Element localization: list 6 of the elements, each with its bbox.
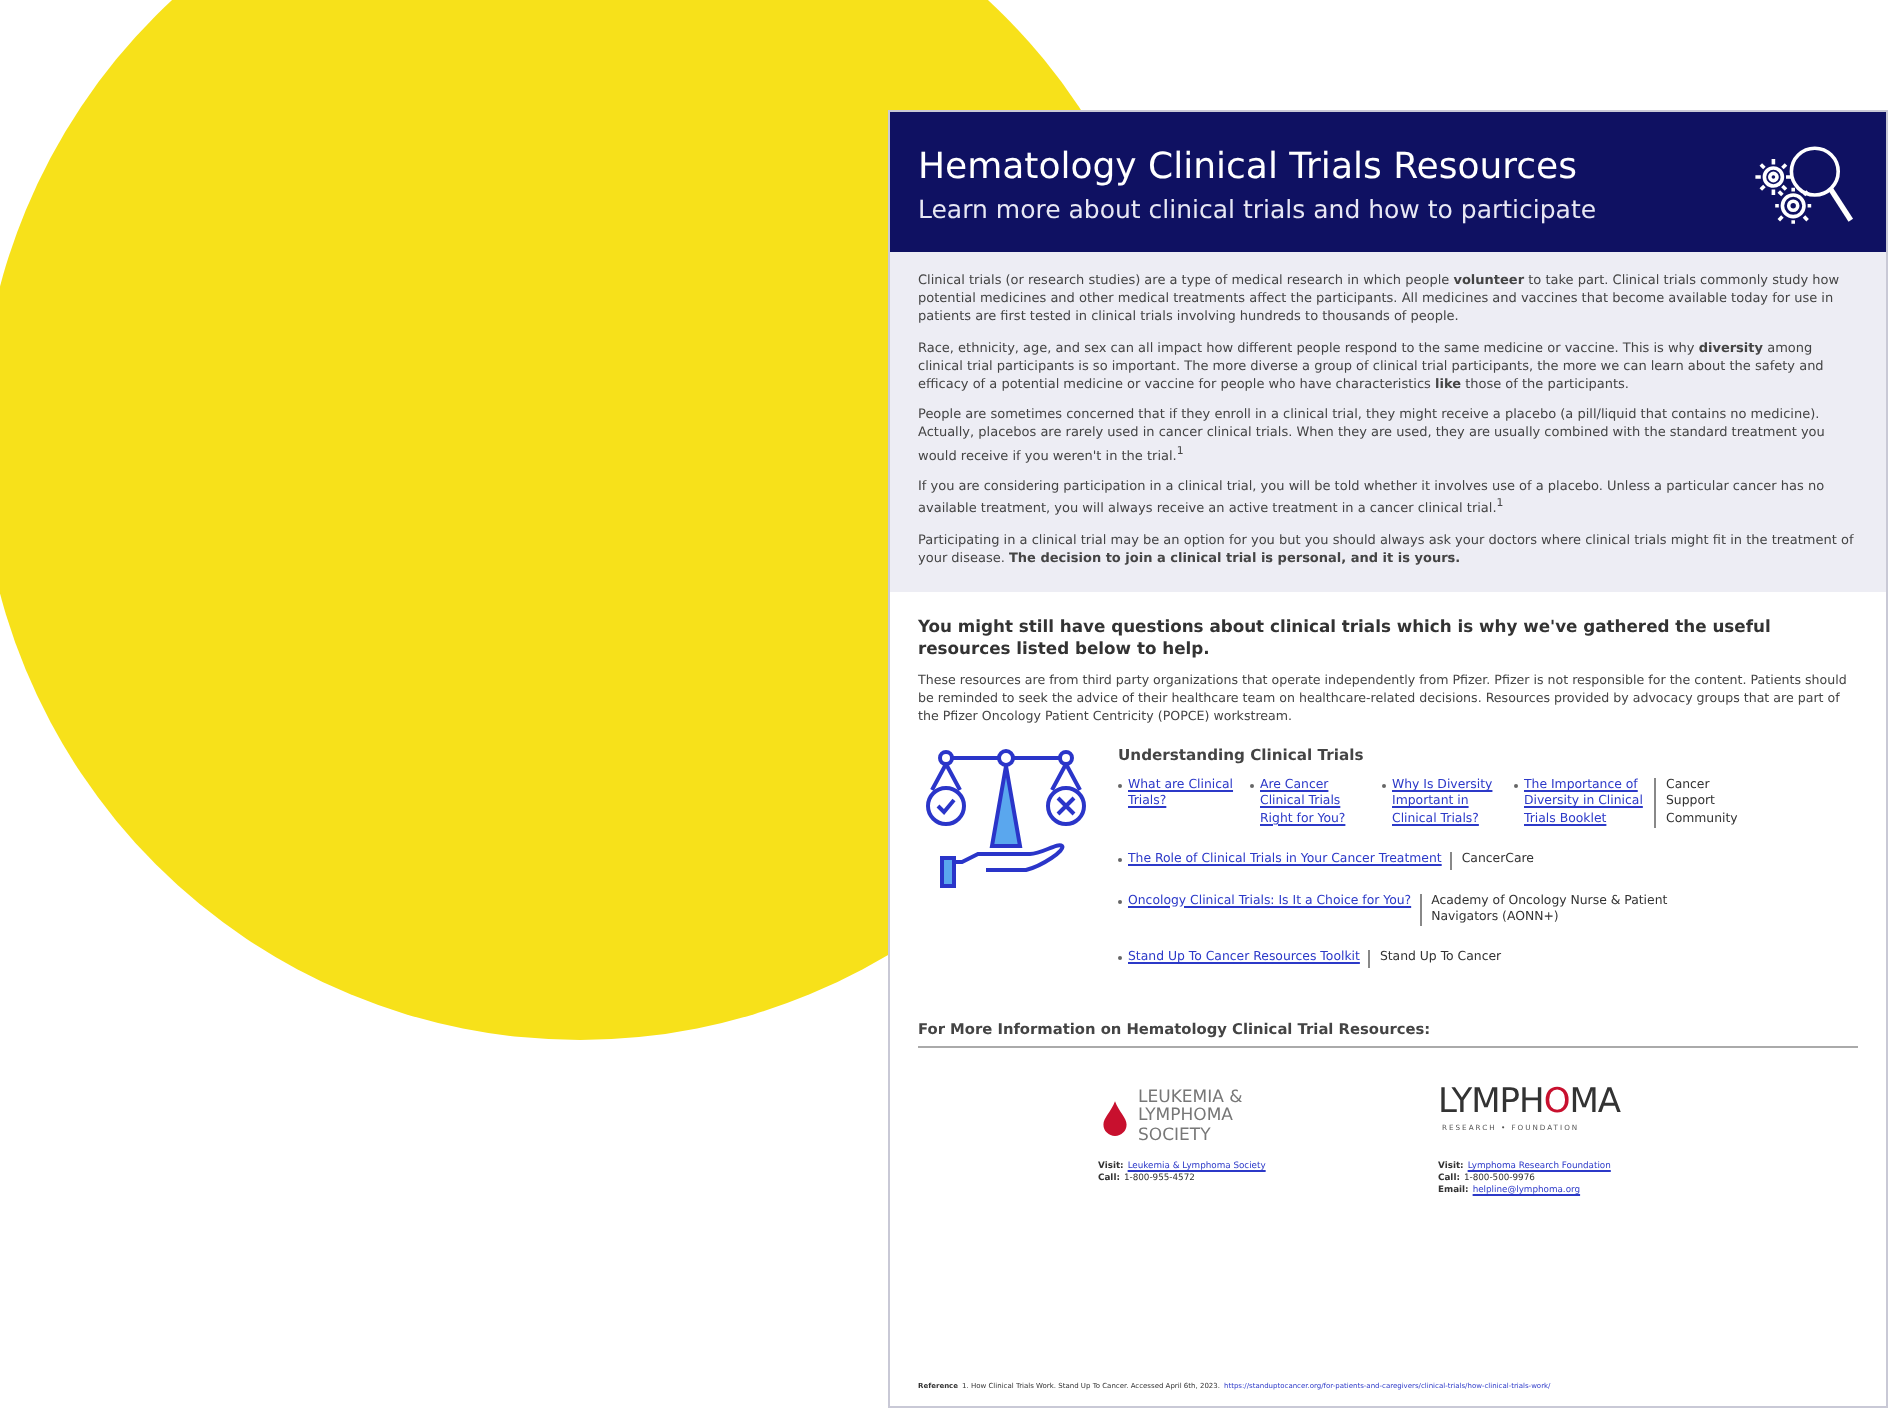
logo-wordmark: LYMPHOMA [1438,1079,1623,1124]
blood-drop-icon [1102,1099,1128,1136]
flyer-title: Hematology Clinical Trials Resources [918,144,1579,192]
flyer-subtitle: Learn more about clinical trials and how to participate [918,192,1597,228]
logo-wordmark: LEUKEMIA & LYMPHOMA SOCIETY [1138,1089,1243,1147]
resources-heading: You might still have questions about clinical trials which is why we've gathered the useful resources listed below to help. [918,615,1773,662]
